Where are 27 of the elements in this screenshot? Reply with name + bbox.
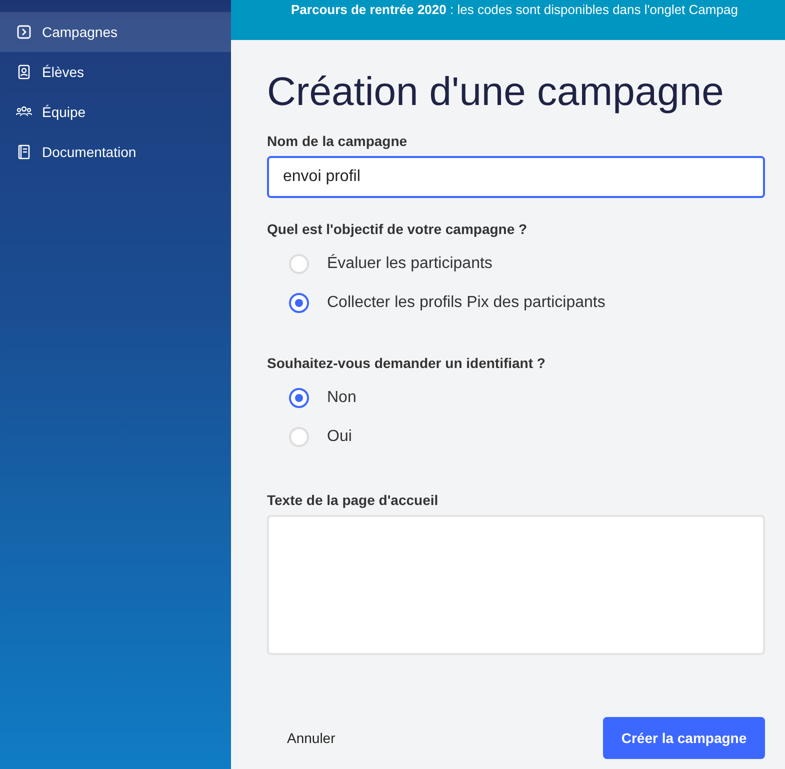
- banner-text: Parcours de rentrée 2020 : les codes sont disponibles dans l'onglet Campag: [291, 2, 738, 17]
- sidebar-item[interactable]: Campagnes: [0, 12, 231, 52]
- create-campaign-button[interactable]: Créer la campagne: [603, 717, 765, 759]
- radio-button[interactable]: [289, 292, 309, 312]
- sidebar-item[interactable]: Élèves: [0, 52, 231, 92]
- option-label: Collecter les profils Pix des participants: [327, 294, 606, 312]
- sidebar-label: Élèves: [42, 64, 84, 80]
- sidebar-label: Campagnes: [42, 24, 118, 40]
- welcome-text-area[interactable]: [267, 515, 765, 655]
- option-label: Non: [327, 388, 356, 406]
- field-label: Nom de la campagne: [267, 133, 408, 149]
- question-label: Quel est l'objectif de votre campagne ?: [267, 221, 528, 237]
- campaign-name-field[interactable]: envoi profil: [267, 156, 765, 198]
- sidebar-item[interactable]: Équipe: [0, 92, 231, 132]
- sidebar-label: Documentation: [42, 144, 136, 160]
- person-card-icon: [16, 64, 32, 80]
- page-title: Création d'une campagne: [267, 70, 725, 115]
- field-label: Texte de la page d'accueil: [267, 492, 440, 508]
- cancel-button[interactable]: Annuler: [287, 730, 336, 746]
- sidebar-item[interactable]: Documentation: [0, 132, 231, 172]
- chevron-square-icon: [16, 24, 32, 40]
- question-label: Souhaitez-vous demander un identifiant ?: [267, 355, 546, 371]
- radio-button[interactable]: [289, 388, 309, 408]
- sidebar-label: Équipe: [42, 104, 86, 120]
- option-label: Évaluer les participants: [327, 254, 492, 272]
- book-icon: [16, 144, 32, 160]
- option-label: Oui: [327, 428, 352, 446]
